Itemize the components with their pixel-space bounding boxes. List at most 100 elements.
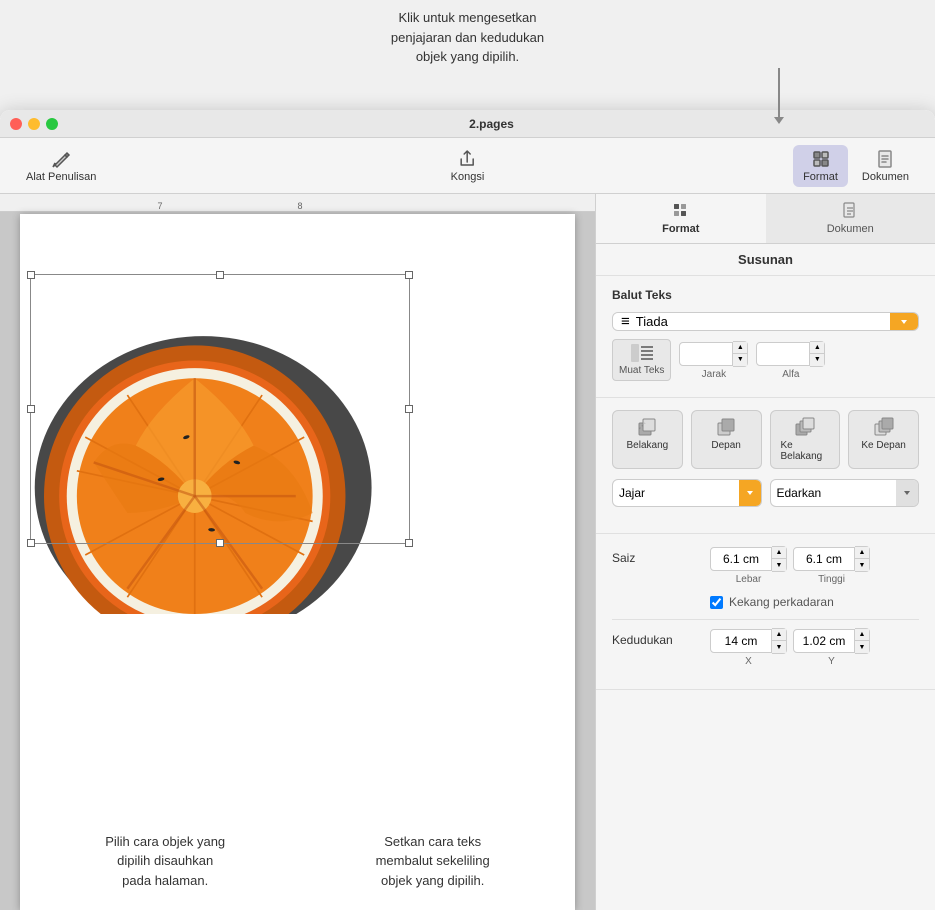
document-page[interactable] bbox=[20, 214, 575, 910]
tinggi-label: Tinggi bbox=[818, 574, 845, 585]
lebar-up[interactable]: ▲ bbox=[772, 547, 786, 559]
titlebar: 2.pages bbox=[0, 110, 935, 138]
edarkan-select[interactable]: Edarkan bbox=[770, 479, 920, 507]
x-input[interactable] bbox=[710, 629, 772, 653]
alfa-arrows: ▲ ▼ bbox=[810, 341, 825, 367]
alfa-label: Alfa bbox=[782, 369, 799, 380]
wrap-text-icon: ≡ bbox=[621, 313, 630, 330]
tinggi-up[interactable]: ▲ bbox=[855, 547, 869, 559]
tooltip-text: Klik untuk mengesetkan penjajaran dan ke… bbox=[0, 0, 935, 67]
ke-depan-icon bbox=[874, 417, 894, 437]
arrow-indicator bbox=[778, 68, 780, 118]
muat-teks-btn[interactable]: Muat Teks bbox=[612, 339, 671, 381]
edarkan-value: Edarkan bbox=[771, 480, 897, 506]
document-icon bbox=[875, 149, 895, 169]
traffic-lights bbox=[10, 118, 58, 130]
tinggi-input-group: ▲ ▼ bbox=[793, 546, 870, 572]
tab-format[interactable]: Format bbox=[596, 194, 766, 243]
dokumen-tab-label: Dokumen bbox=[827, 223, 874, 235]
ke-depan-label: Ke Depan bbox=[861, 440, 905, 451]
tiada-value: Tiada bbox=[636, 314, 668, 329]
handle-top-left[interactable] bbox=[27, 271, 35, 279]
alfa-up[interactable]: ▲ bbox=[810, 342, 824, 354]
y-up[interactable]: ▲ bbox=[855, 629, 869, 641]
kekang-row: Kekang perkadaran bbox=[612, 595, 919, 609]
saiz-label: Saiz bbox=[612, 546, 702, 565]
format-tab-label: Format bbox=[662, 223, 699, 235]
ke-belakang-btn[interactable]: Ke Belakang bbox=[770, 410, 841, 469]
belakang-icon bbox=[637, 417, 657, 437]
jajar-value: Jajar bbox=[613, 480, 739, 506]
kongsi-label: Kongsi bbox=[451, 171, 485, 183]
x-up[interactable]: ▲ bbox=[772, 629, 786, 641]
y-down[interactable]: ▼ bbox=[855, 641, 869, 653]
jarak-input[interactable] bbox=[679, 342, 733, 366]
alfa-down[interactable]: ▼ bbox=[810, 354, 824, 366]
dokumen-label: Dokumen bbox=[862, 171, 909, 183]
format-button[interactable]: Format bbox=[793, 145, 848, 187]
right-panel: Format Dokumen Susunan Balut Teks bbox=[595, 194, 935, 910]
maximize-button[interactable] bbox=[46, 118, 58, 130]
y-input[interactable] bbox=[793, 629, 855, 653]
tiada-select-text[interactable]: ≡ Tiada bbox=[613, 313, 890, 330]
alat-penulisan-label: Alat Penulisan bbox=[26, 171, 96, 183]
ruler: 7 8 bbox=[0, 194, 595, 212]
x-down[interactable]: ▼ bbox=[772, 641, 786, 653]
ke-belakang-label: Ke Belakang bbox=[781, 440, 830, 462]
jajar-select[interactable]: Jajar bbox=[612, 479, 762, 507]
muat-teks-icon bbox=[631, 344, 653, 362]
balut-teks-label: Balut Teks bbox=[612, 288, 919, 302]
y-field-item: ▲ ▼ Y bbox=[793, 628, 870, 667]
kongsi-button[interactable]: Kongsi bbox=[441, 145, 495, 187]
document-tab-icon bbox=[841, 202, 859, 220]
y-label: Y bbox=[828, 656, 835, 667]
kekang-checkbox[interactable] bbox=[710, 596, 723, 609]
jajar-edarkan-row: Jajar Edarkan bbox=[612, 479, 919, 507]
alfa-input[interactable] bbox=[756, 342, 810, 366]
x-input-group: ▲ ▼ bbox=[710, 628, 787, 654]
lebar-label: Lebar bbox=[736, 574, 762, 585]
tinggi-input[interactable] bbox=[793, 547, 855, 571]
x-arrows: ▲ ▼ bbox=[772, 628, 787, 654]
depan-btn[interactable]: Depan bbox=[691, 410, 762, 469]
susunan-title: Susunan bbox=[596, 244, 935, 276]
tinggi-arrows: ▲ ▼ bbox=[855, 546, 870, 572]
tinggi-field-item: ▲ ▼ Tinggi bbox=[793, 546, 870, 585]
belakang-label: Belakang bbox=[627, 440, 669, 451]
belakang-btn[interactable]: Belakang bbox=[612, 410, 683, 469]
layer-section: Belakang Depan bbox=[596, 398, 935, 534]
minimize-button[interactable] bbox=[28, 118, 40, 130]
edarkan-dropdown-btn[interactable] bbox=[896, 480, 918, 506]
panel-tabs: Format Dokumen bbox=[596, 194, 935, 244]
tiada-dropdown-arrow[interactable] bbox=[890, 313, 918, 330]
saiz-section: Saiz ▲ ▼ Lebar bbox=[596, 534, 935, 690]
jarak-up[interactable]: ▲ bbox=[733, 342, 747, 354]
tinggi-down[interactable]: ▼ bbox=[855, 559, 869, 571]
dokumen-button[interactable]: Dokumen bbox=[852, 145, 919, 187]
jarak-spinbox-group: ▲ ▼ Jarak bbox=[679, 341, 748, 380]
jarak-down[interactable]: ▼ bbox=[733, 354, 747, 366]
pen-icon bbox=[51, 149, 71, 169]
ke-belakang-icon bbox=[795, 417, 815, 437]
ke-depan-btn[interactable]: Ke Depan bbox=[848, 410, 919, 469]
handle-top-right[interactable] bbox=[405, 271, 413, 279]
format-tab-icon bbox=[672, 202, 690, 220]
toolbar-left: Alat Penulisan bbox=[16, 145, 106, 187]
tab-dokumen[interactable]: Dokumen bbox=[766, 194, 935, 243]
alat-penulisan-button[interactable]: Alat Penulisan bbox=[16, 145, 106, 187]
canvas-area[interactable]: 7 8 bbox=[0, 194, 595, 910]
jarak-input-group: ▲ ▼ bbox=[679, 341, 748, 367]
handle-top-middle[interactable] bbox=[216, 271, 224, 279]
lebar-input-group: ▲ ▼ bbox=[710, 546, 787, 572]
depan-label: Depan bbox=[711, 440, 740, 451]
jajar-dropdown-btn[interactable] bbox=[739, 480, 761, 506]
tiada-select-wrap: ≡ Tiada bbox=[612, 312, 919, 331]
kedudukan-fields: ▲ ▼ X ▲ ▼ bbox=[710, 628, 919, 667]
kedudukan-row: Kedudukan ▲ ▼ X bbox=[612, 628, 919, 667]
saiz-fields: ▲ ▼ Lebar ▲ ▼ bbox=[710, 546, 919, 585]
x-label: X bbox=[745, 656, 752, 667]
lebar-down[interactable]: ▼ bbox=[772, 559, 786, 571]
close-button[interactable] bbox=[10, 118, 22, 130]
ruler-mark-7: 7 bbox=[157, 201, 162, 211]
lebar-input[interactable] bbox=[710, 547, 772, 571]
